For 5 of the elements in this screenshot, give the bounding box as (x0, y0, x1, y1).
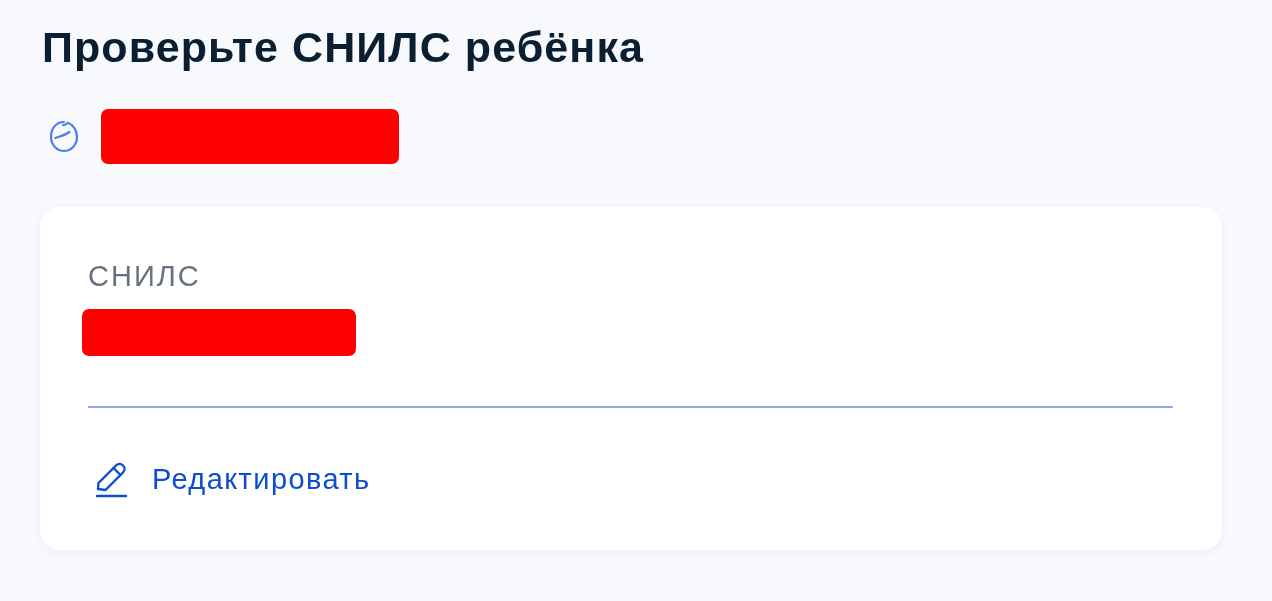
page-title: Проверьте СНИЛС ребёнка (42, 23, 645, 71)
field-label: СНИЛС (88, 260, 201, 292)
edit-link[interactable]: Редактировать (88, 460, 371, 498)
head-outline-icon (48, 119, 80, 153)
pencil-icon (95, 460, 129, 498)
